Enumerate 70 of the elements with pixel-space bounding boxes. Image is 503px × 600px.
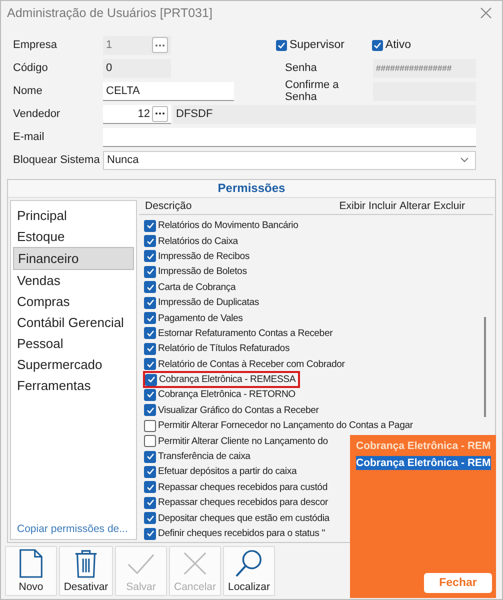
- category-item[interactable]: Financeiro: [13, 247, 134, 270]
- highlighted-permission-item[interactable]: Cobrança Eletrônica - REMESSA: [144, 372, 299, 388]
- permission-item[interactable]: Depositar cheques que estão em custódia: [144, 510, 332, 526]
- field-label: Vendedor: [13, 108, 62, 120]
- checkbox[interactable]: Ativo: [372, 39, 411, 51]
- checkbox[interactable]: Supervisor: [276, 39, 344, 51]
- ellipsis-icon: [155, 44, 165, 46]
- dropdown[interactable]: Nunca: [103, 150, 476, 170]
- input-field[interactable]: CELTA: [103, 82, 234, 100]
- permission-item[interactable]: Repassar cheques recebidos para custód: [144, 480, 330, 496]
- permission-item[interactable]: Transferência de caixa: [144, 448, 254, 464]
- chevron-down-icon: [460, 157, 469, 163]
- input-field[interactable]: 0: [103, 58, 171, 78]
- input-field[interactable]: 1: [103, 36, 171, 54]
- category-item[interactable]: Vendas: [13, 270, 134, 291]
- copy-permissions-link[interactable]: Copiar permissões de...: [11, 523, 136, 535]
- toolbar-button[interactable]: Novo: [5, 546, 57, 596]
- field-label: Empresa: [13, 39, 58, 51]
- permission-item[interactable]: Visualizar Gráfico do Contas a Receber: [144, 402, 322, 418]
- window-title: Administração de Usuários [PRT031]: [7, 6, 212, 20]
- permission-item[interactable]: Carta de Cobrança: [144, 280, 239, 295]
- category-item[interactable]: Contábil Gerencial: [13, 312, 134, 333]
- permission-item[interactable]: Impressão de Boletos: [144, 264, 250, 280]
- toolbar-button[interactable]: Desativar: [59, 546, 113, 596]
- search-icon: [234, 549, 264, 578]
- ellipsis-icon: [155, 112, 165, 115]
- permission-item[interactable]: Repassar cheques recebidos para descor: [144, 495, 331, 510]
- password-field[interactable]: ################: [373, 58, 476, 78]
- permission-item[interactable]: Relatórios do Movimento Bancário: [144, 218, 302, 234]
- permission-item[interactable]: Impressão de Recibos: [144, 248, 252, 264]
- field-label: Bloquear Sistema: [13, 154, 101, 166]
- field-label: Confirme a Senha: [285, 79, 340, 103]
- column-header: Excluir: [433, 200, 465, 214]
- trash-icon: [73, 549, 99, 578]
- category-item[interactable]: Estoque: [13, 226, 134, 247]
- scrollbar-thumb[interactable]: [484, 317, 486, 417]
- permission-item[interactable]: Definir cheques recebidos para o status ": [144, 526, 328, 540]
- permission-item[interactable]: Efetuar depósitos a partir do caixa: [144, 464, 300, 480]
- permission-item[interactable]: Impressão de Duplicatas: [144, 294, 262, 310]
- column-header: Incluir: [368, 200, 397, 214]
- field-label: Código: [13, 62, 49, 74]
- permission-item[interactable]: Relatório de Títulos Refaturados: [144, 341, 293, 357]
- column-header: Descrição: [145, 200, 192, 214]
- category-item[interactable]: Supermercado: [13, 354, 134, 375]
- category-item[interactable]: Pessoal: [13, 333, 134, 354]
- permission-item[interactable]: Estornar Refaturamento Contas a Receber: [144, 326, 336, 342]
- permission-item[interactable]: Permitir Alterar Fornecedor no Lançamento do Contas a Pagar: [144, 418, 416, 434]
- column-header: Exibir: [339, 200, 366, 214]
- checkmark-icon: [277, 40, 286, 50]
- input-field[interactable]: 12: [103, 104, 171, 124]
- column-header: Alterar: [400, 200, 430, 214]
- permission-item[interactable]: Relatório de Contas à Receber com Cobrador: [144, 356, 348, 372]
- category-item[interactable]: Compras: [13, 291, 134, 312]
- permission-item[interactable]: Cobrança Eletrônica - RETORNO: [144, 387, 298, 403]
- permission-item[interactable]: Relatórios do Caixa: [144, 233, 241, 249]
- permission-item[interactable]: Pagamento de Vales: [144, 310, 246, 326]
- field-label: Senha: [285, 62, 318, 74]
- panel-header: Permissões: [8, 180, 495, 198]
- input-field[interactable]: [103, 128, 476, 146]
- input-field: DFSDF: [173, 104, 476, 124]
- category-item[interactable]: Principal: [13, 205, 134, 226]
- field-label: Nome: [13, 85, 44, 97]
- category-item[interactable]: Ferramentas: [13, 375, 134, 396]
- field-label: E-mail: [13, 131, 46, 143]
- document-icon: [18, 549, 44, 578]
- checkmark-icon: [373, 40, 382, 50]
- close-icon[interactable]: [480, 7, 492, 20]
- lookup-button[interactable]: [152, 106, 168, 122]
- toolbar-button[interactable]: Localizar: [223, 546, 275, 596]
- permission-item[interactable]: Permitir Alterar Cliente no Lançamento do: [144, 433, 331, 449]
